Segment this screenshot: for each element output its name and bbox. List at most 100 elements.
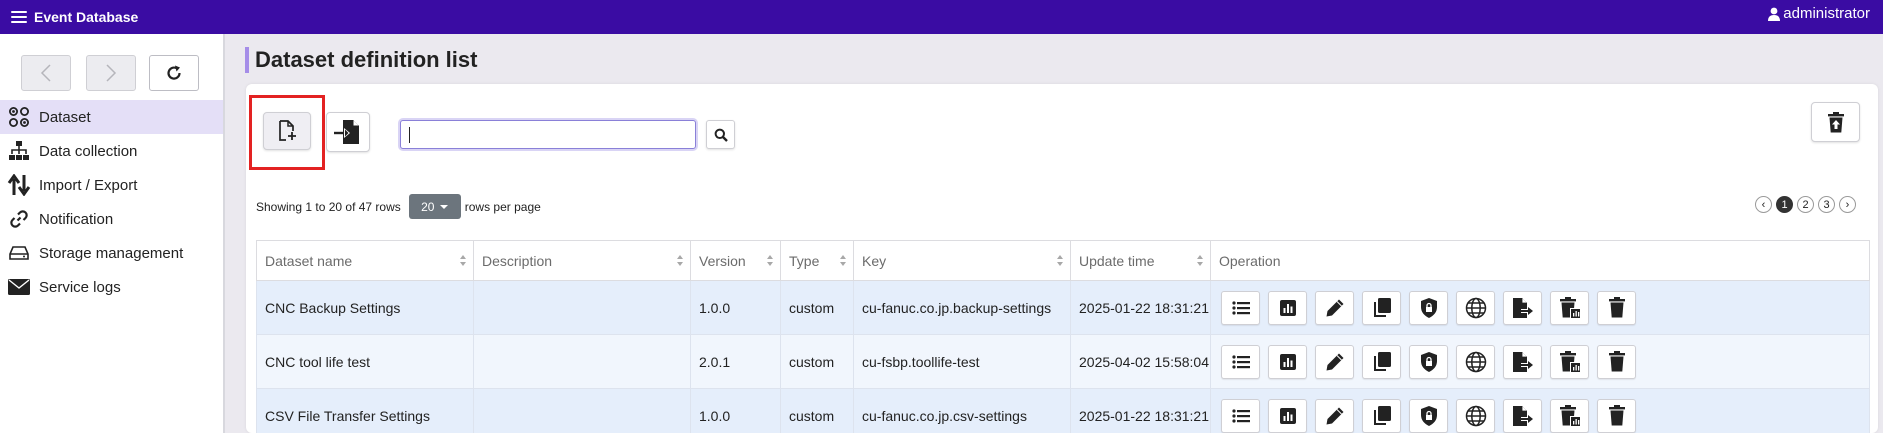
cell-version: 1.0.0 bbox=[690, 280, 781, 335]
pencil-icon bbox=[1326, 407, 1343, 424]
sort-icon bbox=[460, 255, 466, 267]
copy-icon bbox=[1373, 297, 1391, 317]
reload-icon bbox=[167, 65, 181, 80]
trash-icon bbox=[1608, 351, 1625, 372]
column-header-update-time[interactable]: Update time bbox=[1070, 240, 1211, 281]
chart-button[interactable] bbox=[1268, 290, 1307, 325]
edit-button[interactable] bbox=[1315, 398, 1354, 433]
sort-icon bbox=[1057, 255, 1063, 267]
sort-icon bbox=[677, 255, 683, 267]
export-button[interactable] bbox=[1503, 398, 1542, 433]
copy-button[interactable] bbox=[1362, 398, 1401, 433]
publish-button[interactable] bbox=[1456, 290, 1495, 325]
prev-page-button[interactable]: ‹ bbox=[1755, 196, 1772, 213]
page-button-3[interactable]: 3 bbox=[1818, 196, 1835, 213]
page-button-1[interactable]: 1 bbox=[1776, 196, 1793, 213]
column-header-dataset-name[interactable]: Dataset name bbox=[256, 240, 474, 281]
sidebar-item-label: Import / Export bbox=[39, 176, 138, 194]
import-export-icon bbox=[7, 173, 31, 197]
sidebar-item-dataset[interactable]: Dataset bbox=[0, 100, 223, 134]
table-header-row: Dataset name Description Version Type Ke… bbox=[256, 240, 1870, 281]
trash-arrow-up-icon bbox=[1827, 111, 1844, 132]
trash-icon bbox=[1608, 297, 1625, 318]
trash-upload-button[interactable] bbox=[1811, 102, 1860, 142]
delete-data-button[interactable] bbox=[1550, 290, 1589, 325]
import-dataset-button[interactable] bbox=[326, 112, 370, 152]
sidebar-item-label: Data collection bbox=[39, 142, 138, 160]
delete-data-button[interactable] bbox=[1550, 398, 1589, 433]
permission-button[interactable] bbox=[1409, 344, 1448, 379]
permission-button[interactable] bbox=[1409, 398, 1448, 433]
column-header-description[interactable]: Description bbox=[473, 240, 691, 281]
rows-per-page-select[interactable]: 20 bbox=[408, 194, 461, 219]
chevron-right-icon bbox=[106, 64, 117, 82]
cell-version: 2.0.1 bbox=[690, 334, 781, 389]
edit-button[interactable] bbox=[1315, 344, 1354, 379]
cell-update-time: 2025-01-22 18:31:21 bbox=[1070, 388, 1211, 433]
cell-operations bbox=[1210, 388, 1870, 433]
next-page-button[interactable]: › bbox=[1839, 196, 1856, 213]
search-input[interactable] bbox=[400, 120, 696, 149]
export-file-icon bbox=[1512, 405, 1533, 426]
list-button[interactable] bbox=[1221, 290, 1260, 325]
cell-type: custom bbox=[780, 280, 854, 335]
sidebar-item-service-logs[interactable]: Service logs bbox=[0, 270, 223, 304]
column-header-key[interactable]: Key bbox=[853, 240, 1071, 281]
permission-button[interactable] bbox=[1409, 290, 1448, 325]
cell-description bbox=[473, 334, 691, 389]
caret-down-icon bbox=[440, 204, 449, 209]
list-icon bbox=[1231, 354, 1250, 369]
dataset-table: Dataset name Description Version Type Ke… bbox=[256, 240, 1870, 433]
column-header-version[interactable]: Version bbox=[690, 240, 781, 281]
edit-button[interactable] bbox=[1315, 290, 1354, 325]
delete-data-icon bbox=[1559, 350, 1581, 373]
list-button[interactable] bbox=[1221, 398, 1260, 433]
user-menu[interactable]: administrator bbox=[1768, 5, 1870, 22]
sidebar-item-notification[interactable]: Notification bbox=[0, 202, 223, 236]
publish-button[interactable] bbox=[1456, 398, 1495, 433]
page-title: Dataset definition list bbox=[245, 47, 477, 73]
chart-button[interactable] bbox=[1268, 344, 1307, 379]
chart-icon bbox=[1279, 407, 1296, 424]
reload-button[interactable] bbox=[149, 55, 199, 91]
publish-button[interactable] bbox=[1456, 344, 1495, 379]
sort-icon bbox=[767, 255, 773, 267]
pagination: ‹ 1 2 3 › bbox=[1751, 196, 1856, 213]
delete-button[interactable] bbox=[1597, 344, 1636, 379]
delete-button[interactable] bbox=[1597, 290, 1636, 325]
search-icon bbox=[714, 128, 728, 142]
cell-dataset-name: CSV File Transfer Settings bbox=[256, 388, 474, 433]
sidebar-item-label: Storage management bbox=[39, 244, 184, 262]
chart-button[interactable] bbox=[1268, 398, 1307, 433]
lock-shield-icon bbox=[1420, 405, 1437, 426]
rows-per-page-value: 20 bbox=[421, 199, 435, 214]
delete-button[interactable] bbox=[1597, 398, 1636, 433]
delete-data-icon bbox=[1559, 404, 1581, 427]
sidebar-item-data-collection[interactable]: Data collection bbox=[0, 134, 223, 168]
list-button[interactable] bbox=[1221, 344, 1260, 379]
sort-icon bbox=[840, 255, 846, 267]
sidebar-item-storage-management[interactable]: Storage management bbox=[0, 236, 223, 270]
link-icon bbox=[7, 207, 31, 231]
search-button[interactable] bbox=[706, 120, 735, 149]
delete-data-button[interactable] bbox=[1550, 344, 1589, 379]
delete-data-icon bbox=[1559, 296, 1581, 319]
export-button[interactable] bbox=[1503, 344, 1542, 379]
new-file-icon bbox=[279, 120, 296, 141]
copy-button[interactable] bbox=[1362, 290, 1401, 325]
copy-button[interactable] bbox=[1362, 344, 1401, 379]
back-button[interactable] bbox=[21, 55, 71, 91]
page-button-2[interactable]: 2 bbox=[1797, 196, 1814, 213]
sidebar-item-import-export[interactable]: Import / Export bbox=[0, 168, 223, 202]
forward-button[interactable] bbox=[86, 55, 136, 91]
export-button[interactable] bbox=[1503, 290, 1542, 325]
column-header-type[interactable]: Type bbox=[780, 240, 854, 281]
history-nav bbox=[0, 55, 225, 91]
dataset-icon bbox=[7, 105, 31, 129]
cell-key: cu-fanuc.co.jp.backup-settings bbox=[853, 280, 1071, 335]
sidebar-item-label: Notification bbox=[39, 210, 114, 228]
file-import-icon bbox=[334, 120, 359, 144]
new-dataset-button[interactable] bbox=[263, 112, 311, 150]
hamburger-menu-icon[interactable] bbox=[11, 11, 27, 23]
dataset-list-panel: Showing 1 to 20 of 47 rows 20 rows per p… bbox=[246, 84, 1878, 433]
